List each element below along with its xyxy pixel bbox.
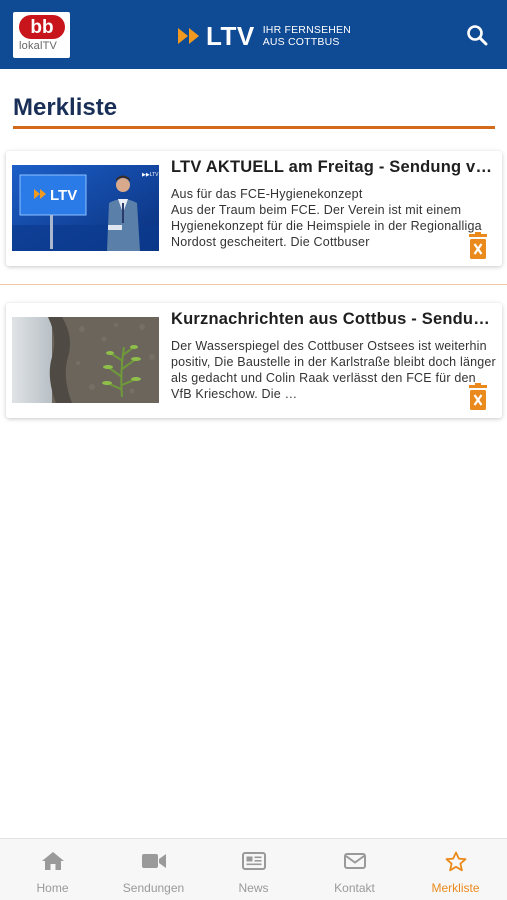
card-title[interactable]: LTV AKTUELL am Freitag - Sendung vom 12.… — [171, 158, 497, 177]
bb-logo-icon: bb — [19, 15, 65, 39]
nav-sendungen[interactable]: Sendungen — [103, 839, 204, 900]
nav-kontakt[interactable]: Kontakt — [304, 839, 405, 900]
envelope-icon — [343, 853, 366, 869]
star-icon — [445, 851, 466, 871]
nav-home-label: Home — [36, 881, 69, 895]
divider — [0, 284, 507, 285]
nav-news[interactable]: News — [203, 839, 304, 900]
nav-sendungen-label: Sendungen — [122, 881, 185, 895]
svg-text:bb: bb — [30, 17, 53, 38]
brand-name: LTV — [206, 20, 255, 51]
card-description: Der Wasserspiegel des Cottbuser Ostsees … — [171, 339, 496, 401]
bookmark-card[interactable]: LTV ▶▶LTV LTV AKTUELL am Freitag - Sendu… — [6, 151, 502, 266]
logo-text: lokalTV — [19, 40, 58, 52]
title-underline — [13, 126, 495, 129]
nav-merkliste[interactable]: Merkliste — [405, 839, 506, 900]
video-thumbnail[interactable]: LTV ▶▶LTV — [12, 165, 159, 251]
video-camera-icon — [141, 854, 166, 868]
brand-tagline-line2: AUS COTTBUS — [262, 36, 340, 48]
lokaltv-logo[interactable]: bb lokalTV — [13, 12, 70, 58]
bookmark-card[interactable]: Kurznachrichten aus Cottbus - Sendung vo… — [6, 303, 502, 418]
search-icon — [467, 25, 488, 46]
page-title: Merkliste — [13, 94, 118, 121]
brand-tagline-line1: IHR FERNSEHEN — [262, 24, 352, 36]
bottom-navigation: Home Sendungen News Kontakt Merkliste — [0, 838, 507, 900]
app-header: bb lokalTV LTV IHR FERNSEHEN AUS COTTBUS — [0, 0, 507, 69]
newspaper-icon — [241, 852, 266, 870]
brand-tagline: IHR FERNSEHEN AUS COTTBUS — [263, 24, 351, 48]
nav-news-label: News — [238, 881, 269, 895]
card-description-body: Aus der Traum beim FCE. Der Verein ist m… — [171, 203, 482, 249]
card-title[interactable]: Kurznachrichten aus Cottbus - Sendung vo… — [171, 310, 497, 329]
trash-icon[interactable] — [467, 383, 489, 411]
fast-forward-icon — [178, 28, 199, 44]
trash-icon[interactable] — [467, 232, 489, 260]
card-description: Aus für das FCE-Hygienekonzept Aus der T… — [171, 186, 497, 250]
card-description-lead: Aus für das FCE-Hygienekonzept — [171, 187, 363, 201]
home-icon — [41, 852, 64, 870]
video-thumbnail[interactable] — [12, 317, 159, 403]
search-button[interactable] — [462, 20, 492, 50]
nav-kontakt-label: Kontakt — [334, 881, 375, 895]
plant-thumbnail-image — [12, 317, 159, 403]
nav-merkliste-label: Merkliste — [431, 881, 480, 895]
nav-home[interactable]: Home — [2, 839, 103, 900]
ltv-brand: LTV IHR FERNSEHEN AUS COTTBUS — [178, 20, 351, 52]
svg-text:LTV: LTV — [50, 187, 77, 204]
studio-thumbnail-image: LTV ▶▶LTV — [12, 165, 159, 251]
svg-text:▶▶LTV: ▶▶LTV — [142, 172, 159, 178]
